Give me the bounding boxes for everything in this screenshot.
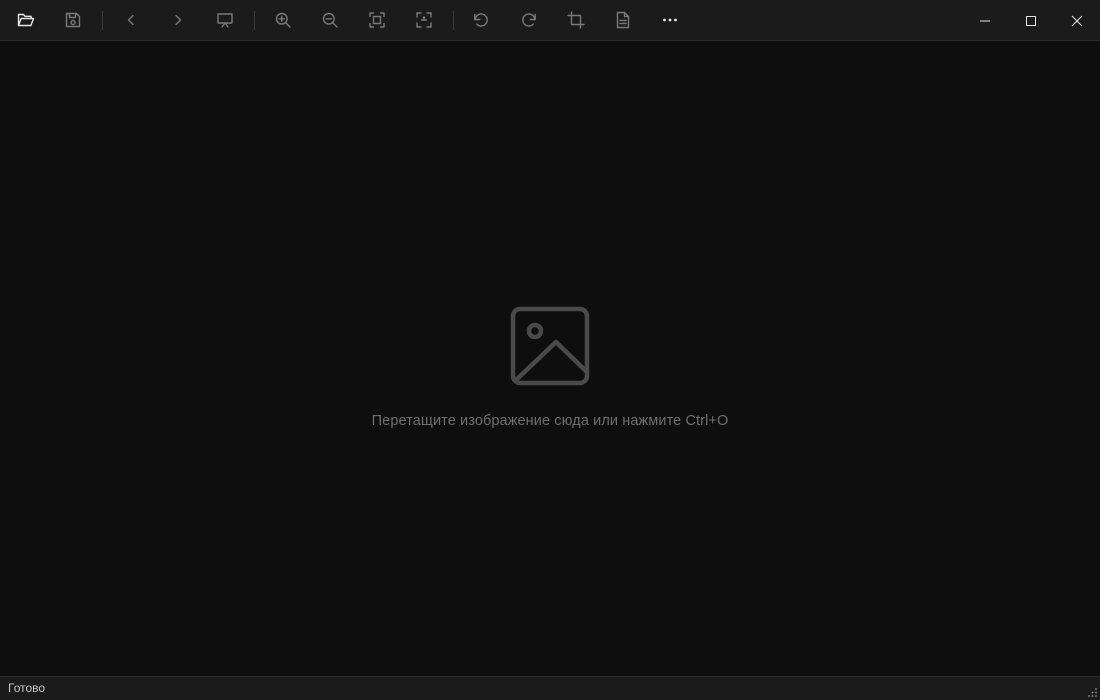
image-canvas[interactable]: Перетащите изображение сюда или нажмите … (0, 41, 1100, 676)
fit-to-window-button[interactable] (360, 4, 394, 36)
file-info-icon (616, 11, 630, 29)
toolbar-separator (254, 11, 255, 30)
previous-icon (127, 14, 134, 26)
toolbar-separator (102, 11, 103, 30)
zoom-out-icon (322, 12, 338, 28)
toolbar (0, 0, 1100, 41)
slideshow-icon (217, 13, 233, 28)
next-button[interactable] (161, 4, 195, 36)
previous-button[interactable] (114, 4, 148, 36)
actual-size-button[interactable] (407, 4, 441, 36)
next-icon (175, 14, 182, 26)
zoom-in-icon (275, 12, 291, 28)
status-text: Готово (8, 681, 46, 695)
slideshow-button[interactable] (208, 4, 242, 36)
maximize-icon (1026, 15, 1036, 26)
close-icon (1071, 15, 1083, 26)
rotate-right-button[interactable] (512, 4, 546, 36)
rotate-right-icon (522, 13, 536, 27)
image-viewer-window: Перетащите изображение сюда или нажмите … (0, 0, 1100, 700)
rotate-left-icon (474, 13, 488, 27)
actual-size-icon (416, 12, 432, 28)
open-folder-icon (17, 13, 35, 27)
zoom-in-button[interactable] (266, 4, 300, 36)
crop-button[interactable] (559, 4, 593, 36)
minimize-icon (980, 20, 990, 21)
toolbar-separator (453, 11, 454, 30)
fit-to-window-icon (369, 12, 385, 28)
close-button[interactable] (1054, 0, 1100, 41)
zoom-out-button[interactable] (313, 4, 347, 36)
resize-grip-icon[interactable] (1086, 686, 1098, 698)
maximize-button[interactable] (1008, 0, 1054, 41)
more-options-icon (663, 18, 677, 22)
rotate-left-button[interactable] (464, 4, 498, 36)
image-placeholder-icon (510, 306, 590, 386)
status-bar: Готово (0, 676, 1100, 700)
crop-icon (567, 11, 585, 29)
file-info-button[interactable] (606, 4, 640, 36)
save-button[interactable] (56, 4, 90, 36)
drop-hint-text: Перетащите изображение сюда или нажмите … (371, 413, 729, 429)
open-button[interactable] (9, 4, 43, 36)
more-options-button[interactable] (653, 4, 687, 36)
minimize-button[interactable] (962, 0, 1008, 41)
save-icon (65, 12, 81, 28)
